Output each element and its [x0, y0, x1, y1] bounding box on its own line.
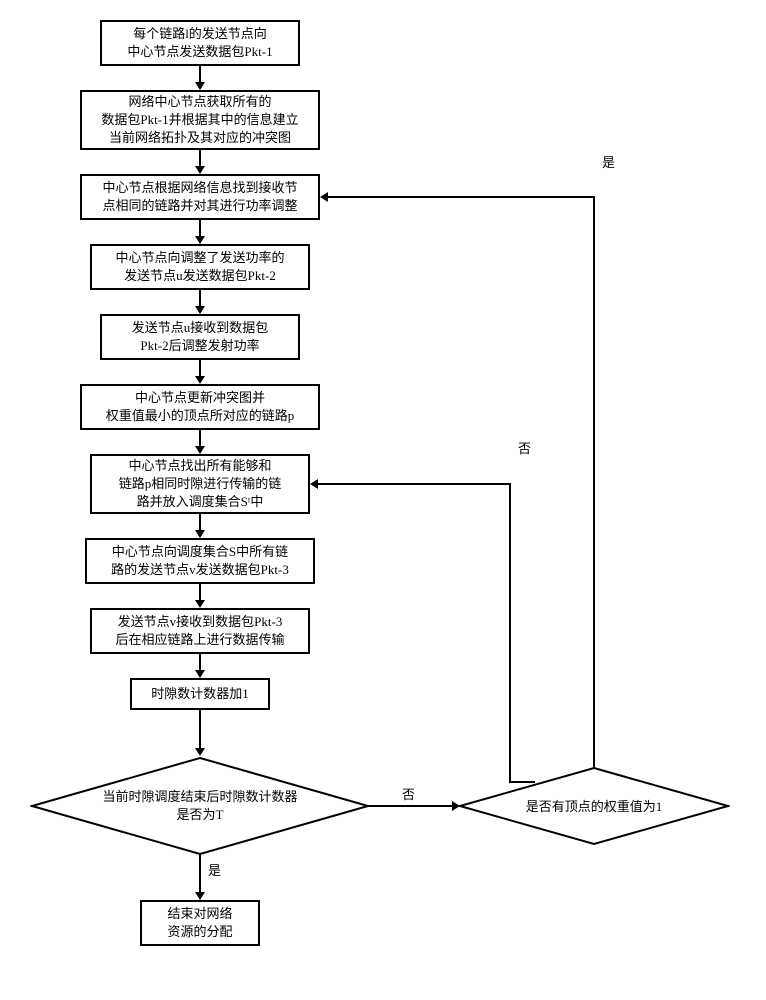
conn-d2-yes-arrow — [320, 192, 328, 202]
conn-10-d1-arrow — [195, 748, 205, 756]
conn-d1-n11 — [199, 854, 201, 894]
step-5: 发送节点u接收到数据包Pkt-2后调整发射功率 — [100, 314, 300, 360]
step-10-text: 时隙数计数器加1 — [140, 685, 260, 703]
step-9: 发送节点v接收到数据包Pkt-3后在相应链路上进行数据传输 — [90, 608, 310, 654]
conn-d2-no-hbot — [509, 781, 535, 783]
label-d2-yes: 是 — [600, 154, 617, 172]
step-2-text: 网络中心节点获取所有的数据包Pkt-1并根据其中的信息建立当前网络拓扑及其对应的… — [90, 93, 310, 148]
conn-d2-no-arrow — [310, 479, 318, 489]
conn-7-8-arrow — [195, 530, 205, 538]
flowchart: 每个链路l的发送节点向中心节点发送数据包Pkt-1 网络中心节点获取所有的数据包… — [20, 20, 746, 980]
label-d1-yes: 是 — [206, 862, 223, 880]
step-5-text: 发送节点u接收到数据包Pkt-2后调整发射功率 — [110, 319, 290, 355]
conn-d2-yes-v — [593, 197, 595, 768]
label-d2-no: 否 — [516, 440, 533, 458]
conn-2-3-arrow — [195, 166, 205, 174]
conn-d1-d2 — [368, 805, 454, 807]
conn-8-9-arrow — [195, 600, 205, 608]
decision-1-text: 当前时隙调度结束后时隙数计数器是否为T — [75, 788, 325, 824]
step-6: 中心节点更新冲突图并权重值最小的顶点所对应的链路p — [80, 384, 320, 430]
step-8: 中心节点向调度集合S中所有链路的发送节点v发送数据包Pkt-3 — [85, 538, 315, 584]
conn-9-10-arrow — [195, 670, 205, 678]
step-7-text: 中心节点找出所有能够和链路p相同时隙进行传输的链路并放入调度集合Sᵗ中 — [100, 457, 300, 512]
step-10: 时隙数计数器加1 — [130, 678, 270, 710]
conn-d2-no-h — [318, 483, 511, 485]
conn-1-2-arrow — [195, 82, 205, 90]
step-9-text: 发送节点v接收到数据包Pkt-3后在相应链路上进行数据传输 — [100, 613, 300, 649]
conn-6-7-arrow — [195, 446, 205, 454]
step-11-text: 结束对网络资源的分配 — [150, 905, 250, 941]
conn-d2-yes-h — [328, 196, 595, 198]
step-8-text: 中心节点向调度集合S中所有链路的发送节点v发送数据包Pkt-3 — [95, 543, 305, 579]
conn-3-4-arrow — [195, 236, 205, 244]
conn-d2-no-v — [509, 483, 511, 783]
step-4-text: 中心节点向调整了发送功率的发送节点u发送数据包Pkt-2 — [100, 249, 300, 285]
step-6-text: 中心节点更新冲突图并权重值最小的顶点所对应的链路p — [90, 389, 310, 425]
label-d1-no: 否 — [400, 786, 417, 804]
step-1: 每个链路l的发送节点向中心节点发送数据包Pkt-1 — [100, 20, 300, 66]
decision-2-text: 是否有顶点的权重值为1 — [504, 798, 684, 816]
conn-10-d1 — [199, 710, 201, 750]
step-3: 中心节点根据网络信息找到接收节点相同的链路并对其进行功率调整 — [80, 174, 320, 220]
step-3-text: 中心节点根据网络信息找到接收节点相同的链路并对其进行功率调整 — [90, 179, 310, 215]
conn-5-6-arrow — [195, 376, 205, 384]
conn-d1-n11-arrow — [195, 892, 205, 900]
step-4: 中心节点向调整了发送功率的发送节点u发送数据包Pkt-2 — [90, 244, 310, 290]
step-7: 中心节点找出所有能够和链路p相同时隙进行传输的链路并放入调度集合Sᵗ中 — [90, 454, 310, 514]
conn-4-5-arrow — [195, 306, 205, 314]
step-1-text: 每个链路l的发送节点向中心节点发送数据包Pkt-1 — [110, 25, 290, 61]
step-11: 结束对网络资源的分配 — [140, 900, 260, 946]
step-2: 网络中心节点获取所有的数据包Pkt-1并根据其中的信息建立当前网络拓扑及其对应的… — [80, 90, 320, 150]
